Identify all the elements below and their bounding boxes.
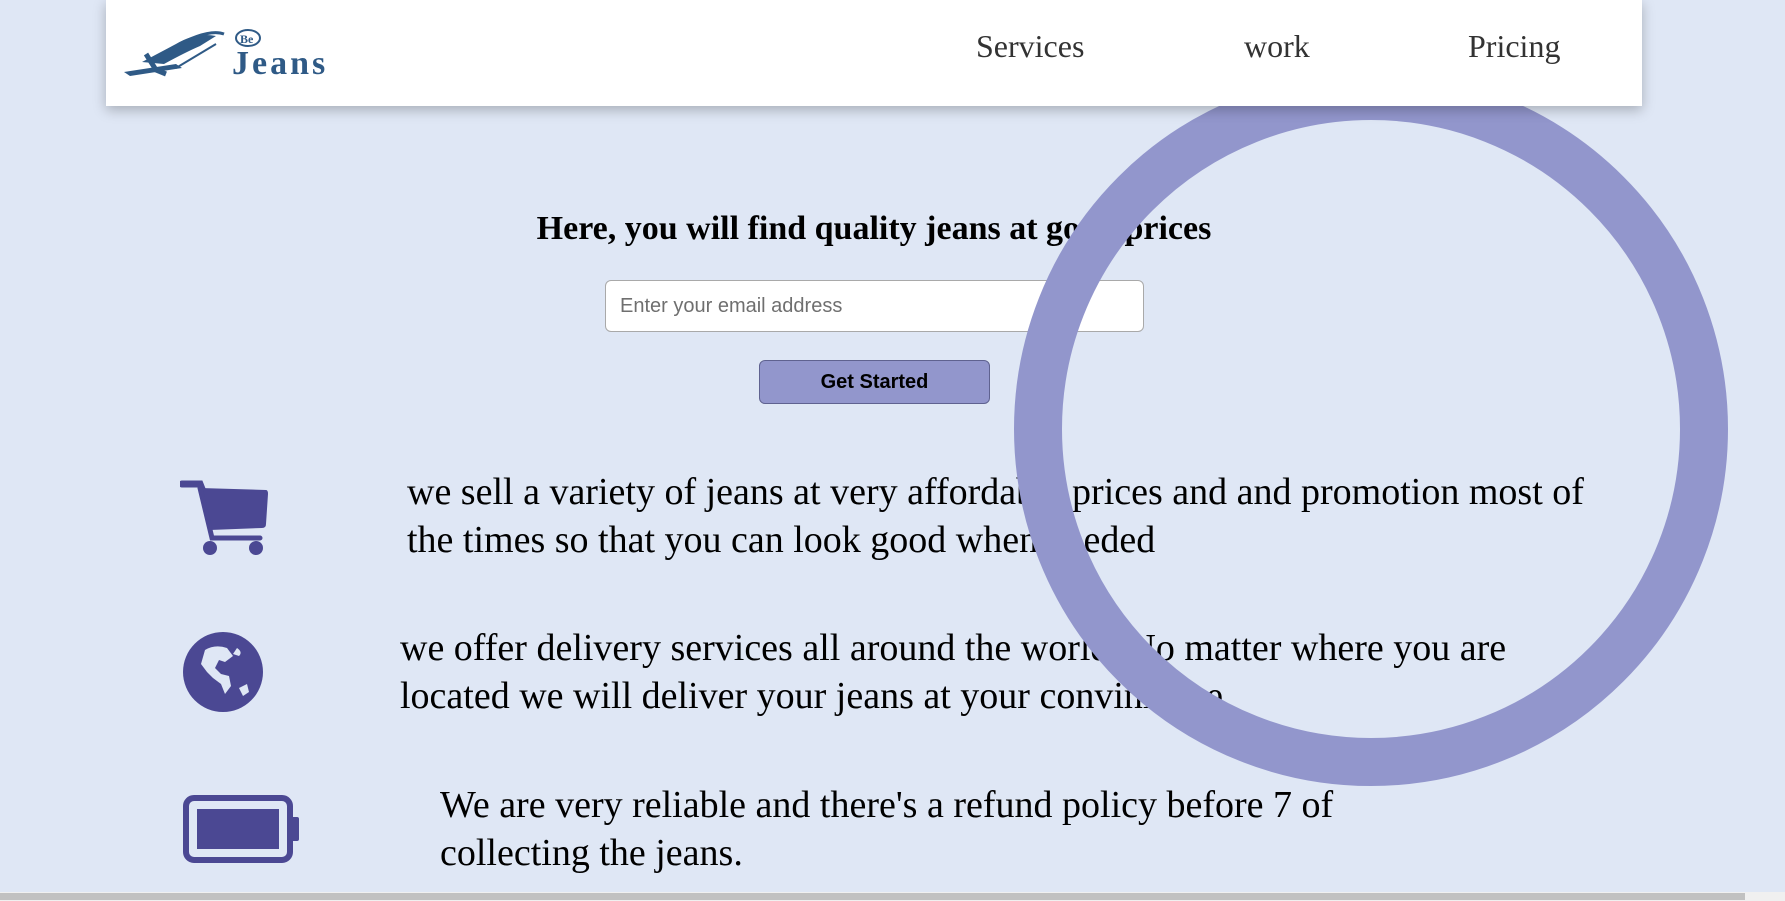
logo-brand-text: Jeans (232, 45, 328, 82)
get-started-button[interactable]: Get Started (759, 360, 990, 404)
site-header: Be Jeans Services work Pricing (106, 0, 1642, 106)
horizontal-scrollbar[interactable] (0, 892, 1785, 901)
scrollbar-thumb[interactable] (0, 893, 1745, 900)
feature-text-variety: we sell a variety of jeans at very affor… (407, 471, 1584, 561)
nav-link-work[interactable]: work (1244, 28, 1310, 65)
email-input[interactable] (605, 280, 1144, 332)
feature-text-refund: We are very reliable and there's a refun… (440, 784, 1334, 874)
logo-small-text: Be (240, 32, 254, 46)
shopping-cart-icon (178, 478, 268, 561)
battery-full-icon (183, 795, 303, 868)
nav-link-pricing[interactable]: Pricing (1468, 28, 1560, 65)
globe-icon (183, 632, 263, 717)
hero-headline: Here, you will find quality jeans at goo… (536, 210, 1212, 247)
brand-logo[interactable]: Be Jeans (116, 24, 366, 86)
nav-link-services[interactable]: Services (976, 28, 1084, 65)
feature-text-delivery: we offer delivery services all around th… (400, 627, 1507, 717)
